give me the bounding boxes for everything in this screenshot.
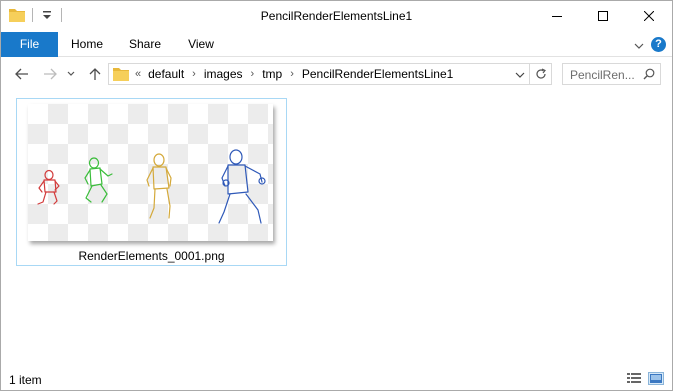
help-button[interactable]: ?	[651, 37, 666, 52]
breadcrumb-images[interactable]: images	[204, 67, 243, 81]
caption-buttons	[534, 1, 672, 31]
up-arrow-icon	[89, 68, 101, 80]
details-view-icon	[627, 373, 641, 383]
minimize-button[interactable]	[534, 1, 580, 31]
chevron-down-icon	[67, 71, 75, 76]
chevron-right-icon[interactable]: ›	[251, 68, 255, 80]
image-thumbnail	[28, 104, 273, 241]
file-name: RenderElements_0001.png	[78, 249, 225, 263]
breadcrumb-overflow[interactable]: «	[135, 68, 141, 80]
navigation-bar: « default › images › tmp › PencilRenderE…	[1, 57, 672, 91]
tab-view[interactable]: View	[174, 32, 228, 57]
large-icons-view-button[interactable]	[648, 372, 664, 385]
item-count: 1 item	[9, 373, 42, 387]
back-arrow-icon	[15, 68, 28, 80]
back-button[interactable]	[13, 65, 31, 83]
chevron-right-icon[interactable]: ›	[192, 68, 196, 80]
tab-file[interactable]: File	[1, 32, 58, 57]
file-item[interactable]: RenderElements_0001.png	[16, 98, 287, 266]
breadcrumb-current-folder[interactable]: PencilRenderElementsLine1	[302, 67, 453, 81]
search-box[interactable]: PencilRen...	[562, 63, 661, 85]
search-placeholder: PencilRen...	[570, 68, 635, 82]
maximize-icon	[598, 11, 608, 21]
forward-button[interactable]	[41, 65, 59, 83]
refresh-button[interactable]	[529, 64, 551, 84]
tab-share[interactable]: Share	[116, 32, 174, 57]
file-list: RenderElements_0001.png	[1, 91, 672, 366]
view-switcher	[626, 372, 664, 385]
breadcrumb-tmp[interactable]: tmp	[262, 67, 282, 81]
minimize-icon	[552, 16, 562, 17]
render-elements-preview	[37, 149, 266, 224]
details-view-button[interactable]	[626, 372, 642, 385]
close-button[interactable]	[626, 1, 672, 31]
ribbon: File Home Share View ?	[1, 32, 672, 57]
title-bar: PencilRenderElementsLine1	[1, 1, 672, 32]
breadcrumb: « default › images › tmp › PencilRenderE…	[135, 67, 453, 81]
address-bar[interactable]: « default › images › tmp › PencilRenderE…	[108, 63, 552, 85]
address-history-icon[interactable]	[515, 68, 525, 82]
recent-locations-button[interactable]	[65, 65, 77, 83]
expand-ribbon-icon[interactable]	[634, 39, 644, 53]
close-icon	[644, 11, 654, 21]
tab-home[interactable]: Home	[58, 32, 116, 57]
chevron-right-icon[interactable]: ›	[290, 68, 294, 80]
forward-arrow-icon	[44, 68, 57, 80]
up-button[interactable]	[86, 65, 104, 83]
breadcrumb-default[interactable]: default	[148, 67, 184, 81]
search-icon[interactable]	[643, 68, 655, 83]
explorer-window: PencilRenderElementsLine1 File Home Shar…	[0, 0, 673, 391]
status-bar: 1 item	[1, 367, 672, 390]
refresh-icon	[535, 68, 546, 79]
folder-icon	[113, 67, 129, 81]
maximize-button[interactable]	[580, 1, 626, 31]
large-icons-view-icon	[650, 374, 662, 383]
